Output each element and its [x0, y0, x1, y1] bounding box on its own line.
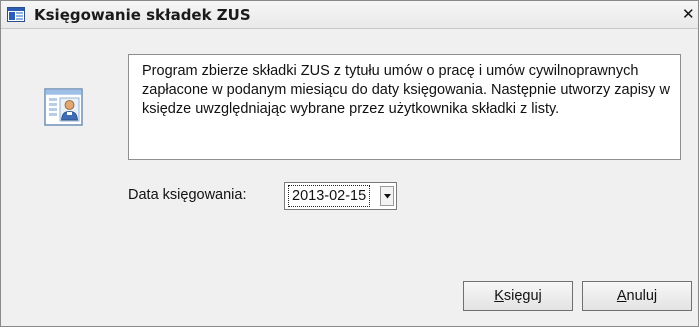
title-bar[interactable]: Księgowanie składek ZUS ✕	[1, 1, 698, 29]
chevron-down-icon	[384, 194, 391, 199]
close-button[interactable]: ✕	[682, 5, 698, 23]
info-description: Program zbierze składki ZUS z tytułu umó…	[142, 63, 670, 117]
ksieguj-mnemonic: K	[494, 288, 504, 304]
date-picker[interactable]: 2013-02-15	[284, 182, 397, 210]
anuluj-button[interactable]: Anuluj	[582, 281, 692, 311]
ksieguj-button[interactable]: Księguj	[463, 281, 573, 311]
ksieguj-label-rest: sięguj	[503, 288, 542, 304]
app-window-icon	[7, 7, 25, 22]
user-card-icon	[43, 87, 84, 127]
date-label: Data księgowania:	[128, 187, 247, 203]
date-dropdown-button[interactable]	[380, 186, 394, 206]
window-title: Księgowanie składek ZUS	[34, 6, 251, 24]
anuluj-label-rest: nuluj	[626, 288, 658, 304]
date-value[interactable]: 2013-02-15	[288, 185, 371, 207]
info-panel: Program zbierze składki ZUS z tytułu umó…	[128, 54, 681, 160]
dialog-window: Księgowanie składek ZUS ✕ Program zbierz…	[0, 0, 699, 327]
anuluj-mnemonic: A	[616, 288, 627, 304]
